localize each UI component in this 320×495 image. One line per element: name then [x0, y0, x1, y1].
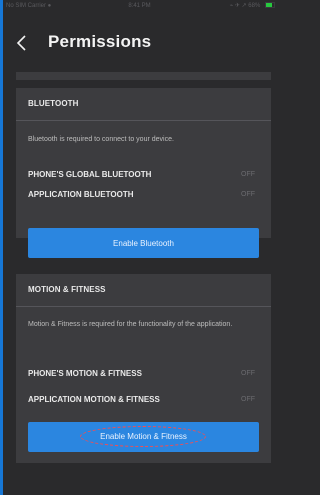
bluetooth-section-title: BLUETOOTH: [28, 99, 79, 108]
application-bluetooth-status: OFF: [241, 191, 255, 198]
enable-bluetooth-button[interactable]: Enable Bluetooth: [28, 228, 259, 258]
motion-fitness-section: MOTION & FITNESS Motion & Fitness is req…: [16, 274, 271, 463]
permissions-list[interactable]: BLUETOOTH Bluetooth is required to conne…: [8, 72, 271, 495]
status-indicators: ⌁ ✈ ↗ 68%: [230, 0, 275, 12]
page-title: Permissions: [48, 32, 152, 51]
phone-global-bluetooth-label: PHONE'S GLOBAL BLUETOOTH: [28, 170, 152, 179]
battery-icon: [265, 2, 275, 9]
previous-section-card: [16, 72, 271, 80]
bluetooth-description: Bluetooth is required to connect to your…: [28, 136, 174, 143]
phone-motion-fitness-label: PHONE'S MOTION & FITNESS: [28, 369, 142, 378]
enable-motion-fitness-label: Enable Motion & Fitness: [100, 432, 187, 441]
application-bluetooth-label: APPLICATION BLUETOOTH: [28, 190, 134, 199]
status-bar: No SIM Carrier ● 8:41 PM ⌁ ✈ ↗ 68%: [0, 0, 279, 12]
enable-motion-fitness-button[interactable]: Enable Motion & Fitness: [28, 422, 259, 452]
motion-fitness-description: Motion & Fitness is required for the fun…: [28, 321, 233, 328]
back-button[interactable]: [12, 32, 32, 54]
permissions-screen: No SIM Carrier ● 8:41 PM ⌁ ✈ ↗ 68% Permi…: [0, 0, 279, 495]
bluetooth-section: BLUETOOTH Bluetooth is required to conne…: [16, 88, 271, 258]
chevron-left-icon: [16, 35, 26, 51]
motion-fitness-section-header: MOTION & FITNESS: [16, 274, 271, 307]
phone-global-bluetooth-status: OFF: [241, 171, 255, 178]
application-motion-fitness-label: APPLICATION MOTION & FITNESS: [28, 395, 160, 404]
phone-motion-fitness-status: OFF: [241, 370, 255, 377]
motion-fitness-section-title: MOTION & FITNESS: [28, 285, 106, 294]
application-motion-fitness-status: OFF: [241, 396, 255, 403]
bluetooth-section-header: BLUETOOTH: [16, 88, 271, 121]
status-icons: ⌁ ✈ ↗ 68%: [229, 3, 261, 9]
window-edge: [0, 0, 3, 495]
nav-header: Permissions: [0, 12, 279, 72]
